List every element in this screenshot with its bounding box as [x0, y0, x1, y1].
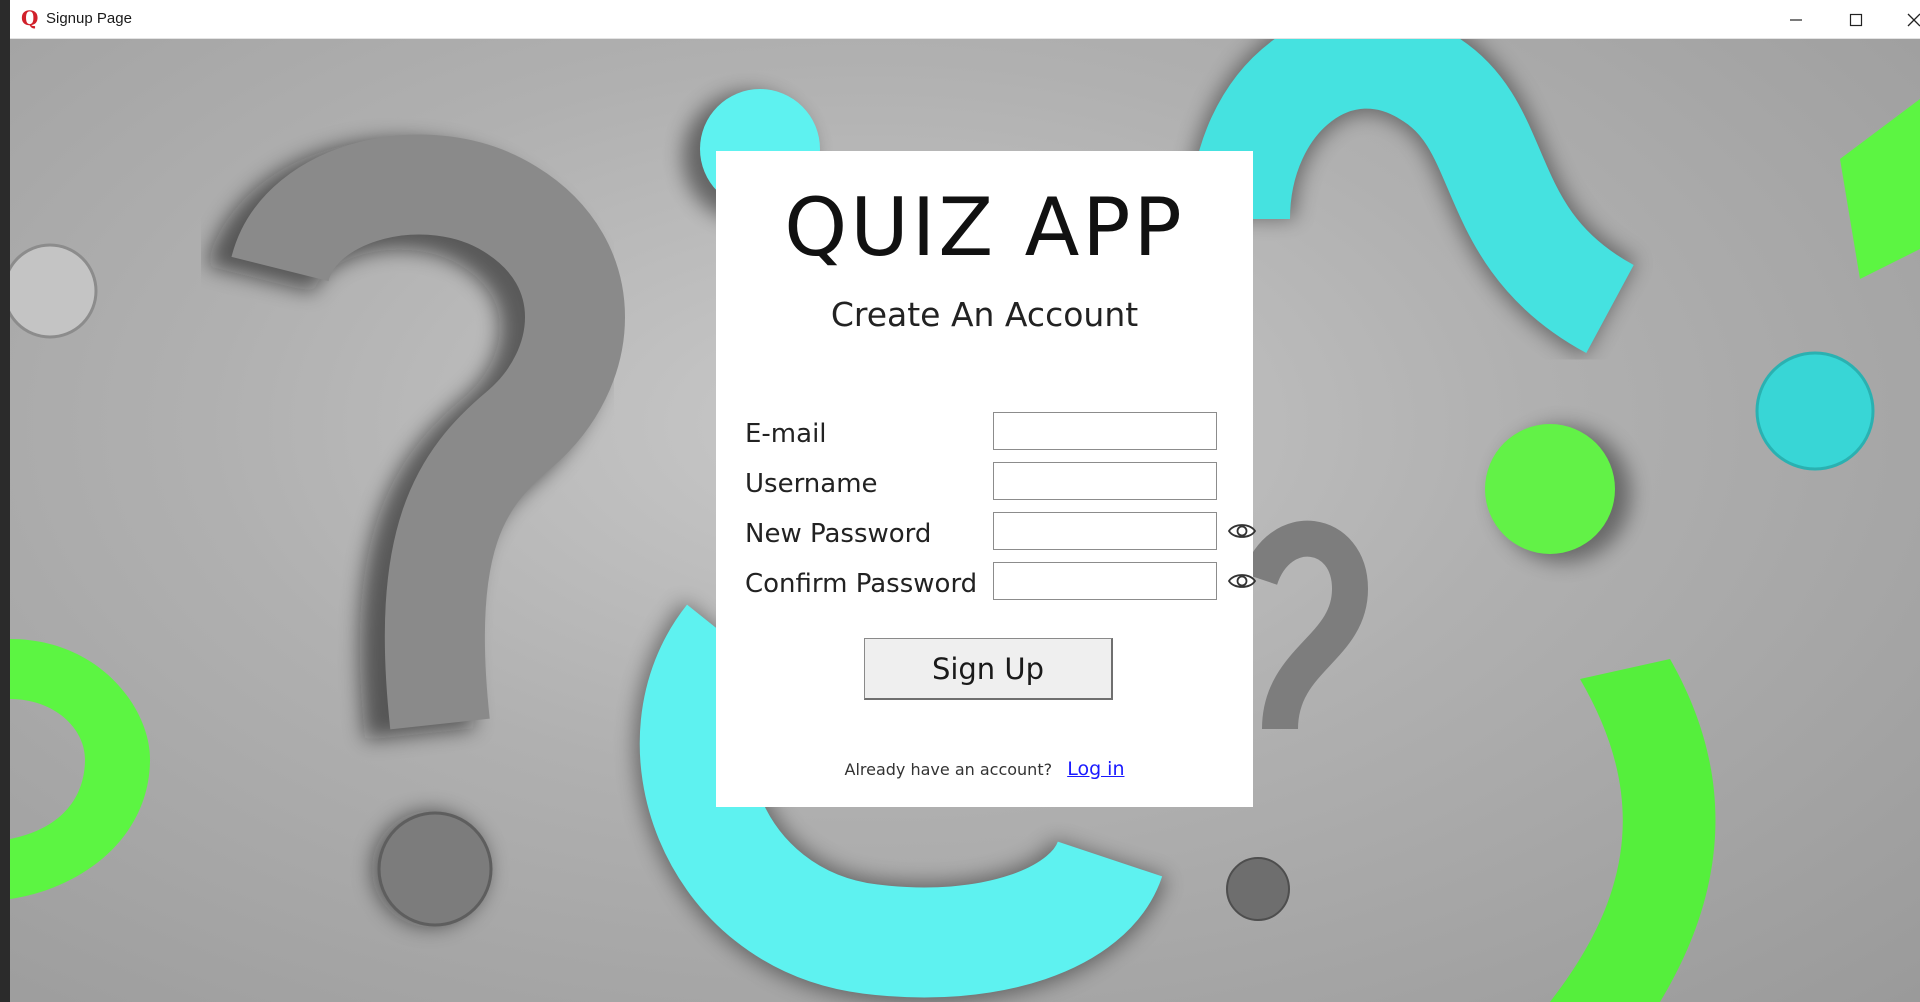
login-prompt-row: Already have an account? Log in — [716, 758, 1253, 780]
close-icon — [1907, 13, 1920, 26]
signup-card: QUIZ APP Create An Account E-mail Userna… — [716, 151, 1257, 807]
app-brand-title: QUIZ APP — [784, 181, 1185, 274]
eye-icon — [1227, 574, 1257, 588]
maximize-button[interactable] — [1828, 0, 1884, 39]
login-prompt-text: Already have an account? — [844, 760, 1053, 779]
new-password-label: New Password — [745, 519, 932, 549]
maximize-icon — [1849, 13, 1863, 26]
username-field[interactable] — [993, 462, 1217, 500]
minimize-button[interactable] — [1768, 0, 1824, 39]
title-bar: Q Signup Page — [10, 0, 1920, 39]
email-label: E-mail — [745, 419, 827, 449]
confirm-password-label: Confirm Password — [745, 569, 978, 599]
new-password-visibility-toggle[interactable] — [1226, 519, 1258, 543]
username-label: Username — [745, 469, 878, 499]
page-subtitle: Create An Account — [830, 295, 1139, 334]
eye-icon — [1227, 524, 1257, 538]
login-link[interactable]: Log in — [1067, 758, 1124, 780]
signup-button[interactable]: Sign Up — [864, 638, 1113, 700]
cyan-ribbon-top — [1185, 39, 1638, 358]
window-title: Signup Page — [46, 10, 132, 27]
confirm-password-field[interactable] — [993, 562, 1217, 600]
new-password-field[interactable] — [993, 512, 1217, 550]
signup-window: Q Signup Page QUIZ APP Create An Account… — [10, 0, 1920, 1002]
gray-question-mark-large — [206, 134, 625, 927]
email-field[interactable] — [993, 412, 1217, 450]
quiz-app-q-icon: Q — [21, 6, 39, 30]
confirm-password-visibility-toggle[interactable] — [1226, 569, 1258, 593]
close-button[interactable] — [1886, 0, 1920, 39]
minimize-icon — [1790, 18, 1802, 21]
